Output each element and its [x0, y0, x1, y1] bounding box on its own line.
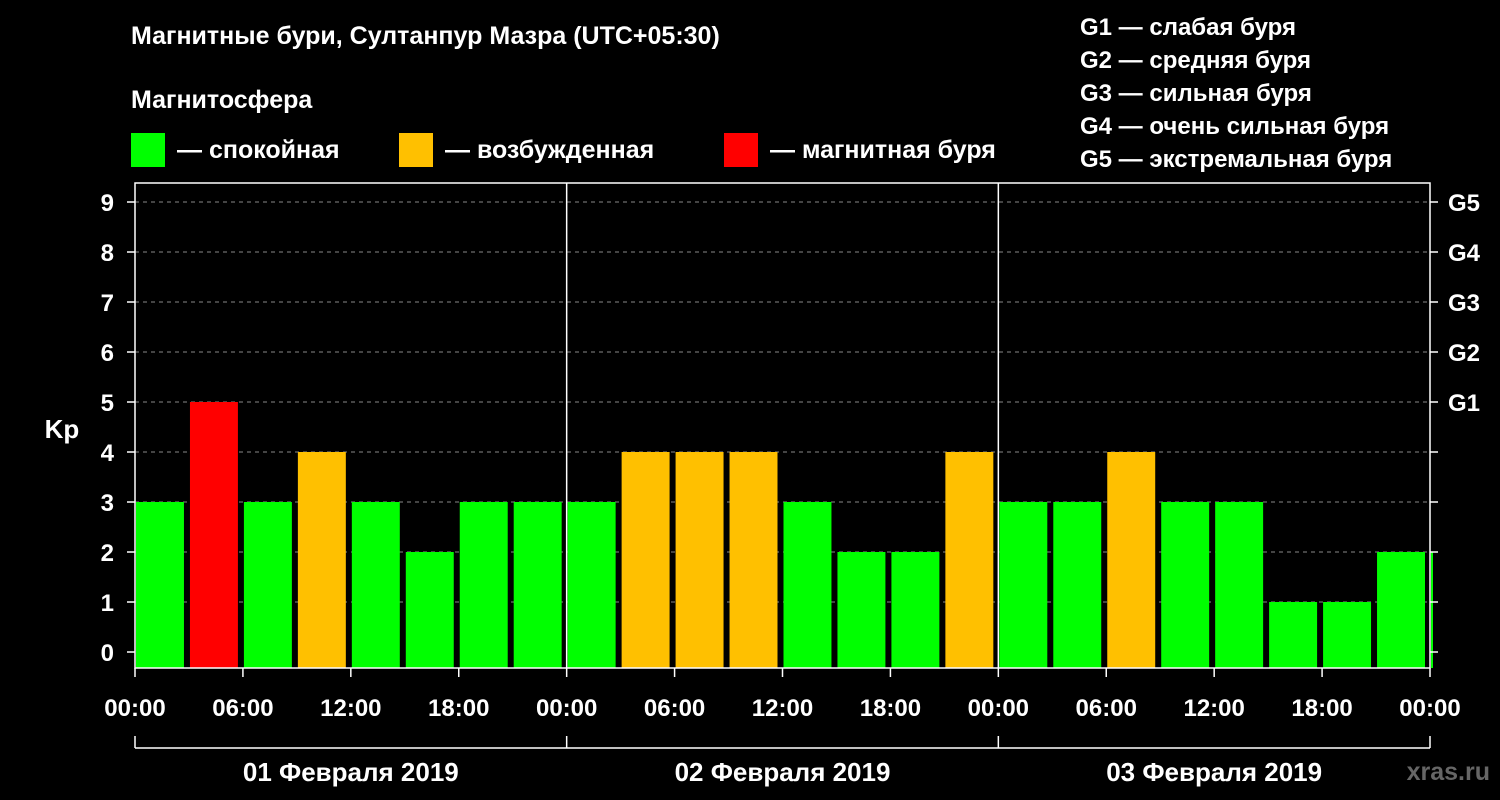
kp-bar	[1431, 552, 1433, 668]
x-tick-label: 18:00	[428, 695, 489, 722]
y-tick-label: 5	[101, 390, 114, 417]
kp-bar	[405, 552, 454, 668]
kp-bar	[513, 502, 562, 668]
x-tick-label: 12:00	[752, 695, 813, 722]
kp-bar	[567, 502, 616, 668]
day-label: 03 Февраля 2019	[1106, 757, 1322, 787]
kp-bar	[1107, 452, 1156, 668]
g-level-label: G5	[1448, 190, 1480, 217]
kp-bar	[189, 402, 238, 668]
kp-bar	[675, 452, 724, 668]
y-tick-label: 2	[101, 540, 114, 567]
watermark: xras.ru	[1406, 758, 1490, 786]
day-label: 01 Февраля 2019	[243, 757, 459, 787]
kp-bar	[1377, 552, 1425, 668]
kp-chart: 0 1 2 3 4 5 6 7 8 9 G1 G2 G3 G4 G5 00:00 06:00 12:00 18:00…	[45, 182, 1481, 787]
kp-bar	[1323, 602, 1372, 668]
x-tick-label: 00:00	[536, 695, 597, 722]
y-axis-label: Kp	[45, 414, 80, 444]
kp-bar	[351, 502, 400, 668]
x-tick-label: 06:00	[212, 695, 273, 722]
kp-bar	[621, 452, 670, 668]
kp-bar	[1215, 502, 1264, 668]
kp-bar	[837, 552, 886, 668]
y-tick-label: 4	[101, 440, 115, 467]
y-tick-label: 9	[101, 190, 114, 217]
kp-bar	[459, 502, 508, 668]
g-level-label: G2	[1448, 340, 1480, 367]
kp-bar	[243, 502, 292, 668]
y-tick-label: 6	[101, 340, 114, 367]
kp-bar	[729, 452, 778, 668]
y-tick-label: 3	[101, 490, 114, 517]
x-tick-label: 18:00	[1291, 695, 1352, 722]
y-tick-label: 0	[101, 640, 114, 667]
x-tick-label: 12:00	[320, 695, 381, 722]
day-label: 02 Февраля 2019	[675, 757, 891, 787]
kp-bar	[783, 502, 832, 668]
x-tick-label: 18:00	[860, 695, 921, 722]
g-level-label: G1	[1448, 390, 1480, 417]
g-level-label: G4	[1448, 240, 1481, 267]
kp-bar	[1269, 602, 1318, 668]
y-tick-label: 8	[101, 240, 114, 267]
x-tick-label: 00:00	[1399, 695, 1460, 722]
kp-bar	[1053, 502, 1102, 668]
kp-bar	[297, 452, 346, 668]
x-tick-label: 06:00	[1076, 695, 1137, 722]
y-tick-label: 7	[101, 290, 114, 317]
x-tick-label: 00:00	[104, 695, 165, 722]
g-level-label: G3	[1448, 290, 1480, 317]
x-tick-label: 06:00	[644, 695, 705, 722]
bars-layer	[136, 402, 1433, 668]
kp-bar	[136, 502, 184, 668]
x-tick-label: 00:00	[968, 695, 1029, 722]
kp-bar	[945, 452, 994, 668]
x-tick-label: 12:00	[1183, 695, 1244, 722]
kp-bar	[999, 502, 1048, 668]
kp-bar	[891, 552, 940, 668]
y-tick-label: 1	[101, 590, 114, 617]
kp-bar	[1161, 502, 1210, 668]
